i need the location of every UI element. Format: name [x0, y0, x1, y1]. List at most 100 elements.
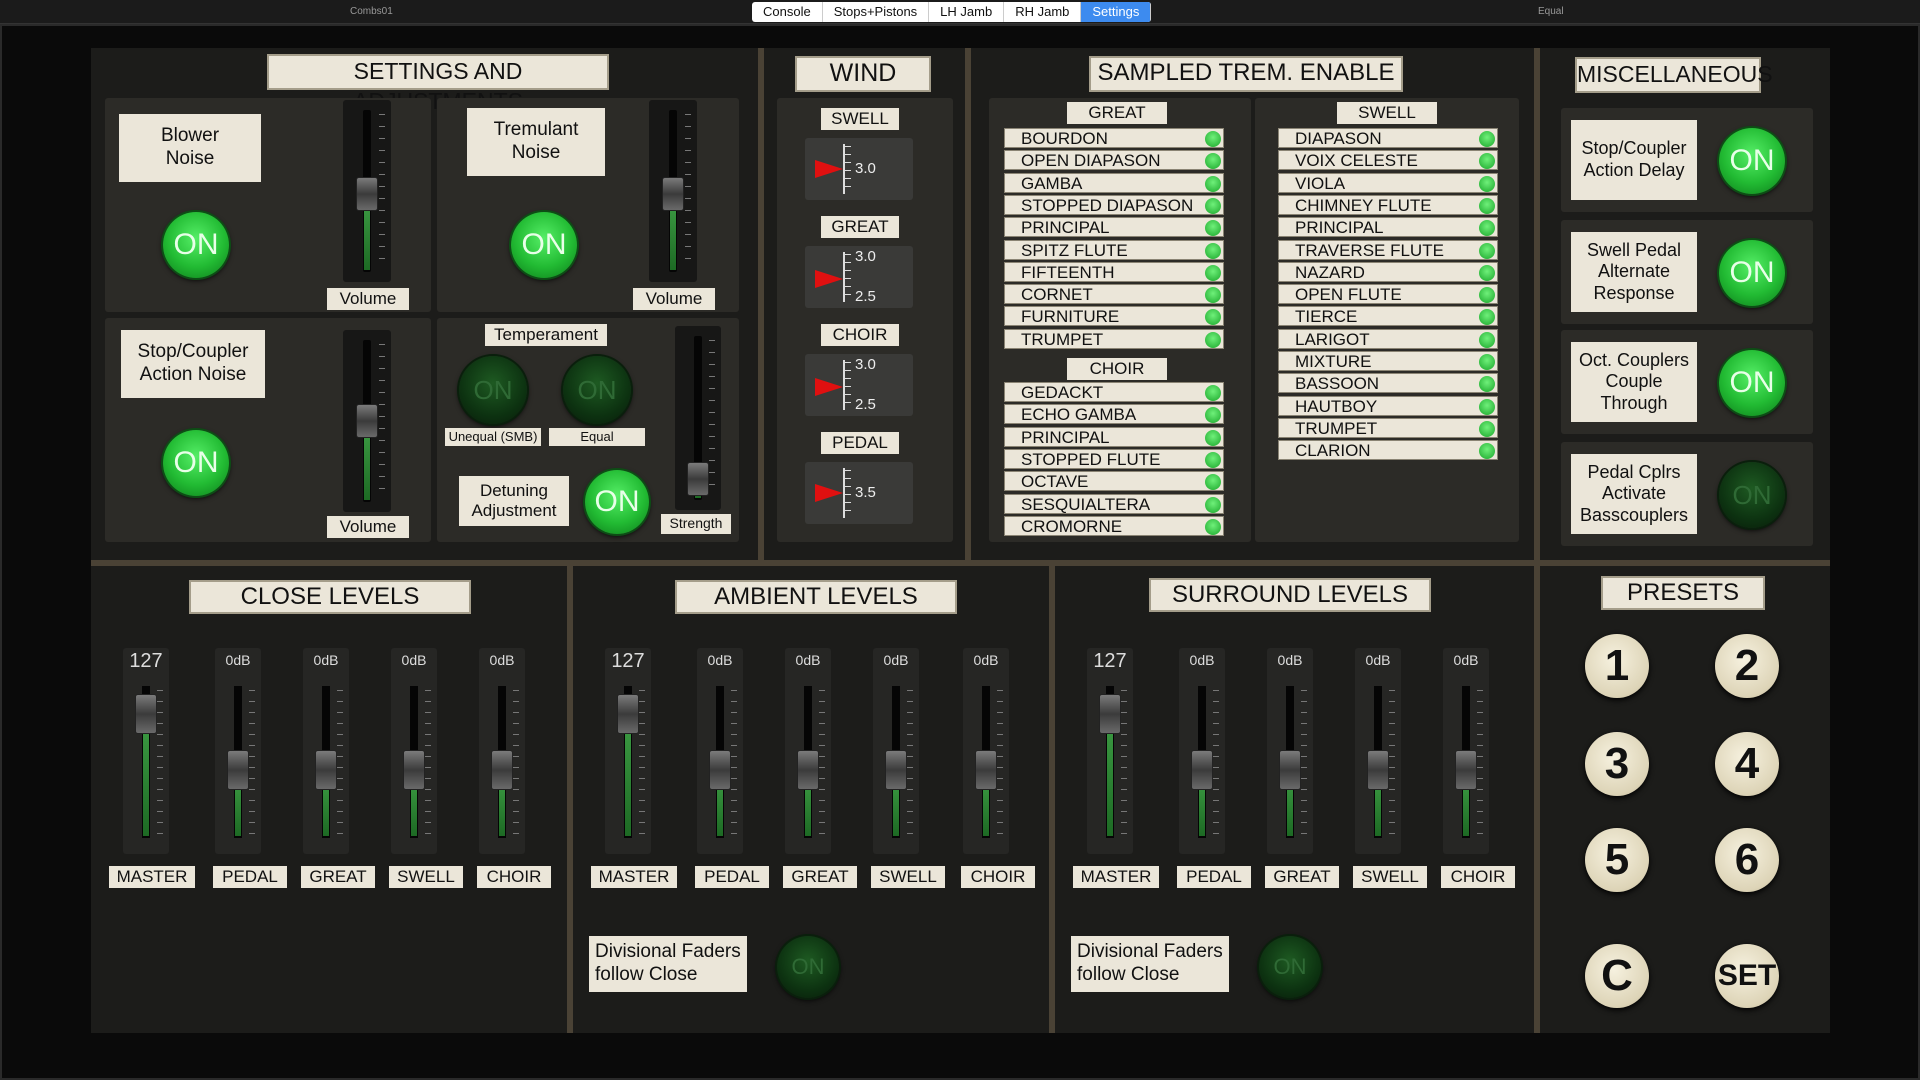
trem-stop-swell[interactable]: TRAVERSE FLUTE: [1278, 239, 1498, 260]
trem-stop-swell[interactable]: BASSOON: [1278, 373, 1498, 394]
wind-choir-meter[interactable]: 3.0 2.5: [805, 354, 913, 416]
preset-button-c[interactable]: C: [1585, 944, 1649, 1008]
fader-thumb[interactable]: [1279, 750, 1301, 790]
trem-stop-swell[interactable]: VOIX CELESTE: [1278, 150, 1498, 171]
fader-thumb[interactable]: [315, 750, 337, 790]
tab-rh-jamb[interactable]: RH Jamb: [1004, 2, 1082, 22]
fader-thumb[interactable]: [1367, 750, 1389, 790]
fader-thumb[interactable]: [1191, 750, 1213, 790]
ambient-fader-great[interactable]: 0dB: [785, 648, 831, 854]
trem-stop-swell[interactable]: DIAPASON: [1278, 128, 1498, 148]
fader-thumb[interactable]: [403, 750, 425, 790]
ambient-fader-swell[interactable]: 0dB: [873, 648, 919, 854]
ambient-fader-choir[interactable]: 0dB: [963, 648, 1009, 854]
misc-item-toggle[interactable]: ON: [1719, 128, 1785, 194]
trem-stop-choir[interactable]: SESQUIALTERA: [1004, 493, 1224, 514]
preset-button-2[interactable]: 2: [1715, 634, 1779, 698]
tab-settings[interactable]: Settings: [1081, 2, 1152, 22]
trem-stop-great[interactable]: TRUMPET: [1004, 328, 1224, 349]
ambient-follow-close-toggle[interactable]: ON: [777, 936, 839, 998]
trem-stop-swell[interactable]: TIERCE: [1278, 306, 1498, 327]
fader-thumb[interactable]: [1455, 750, 1477, 790]
trem-stop-swell[interactable]: TRUMPET: [1278, 417, 1498, 438]
unequal-temperament-toggle[interactable]: ON: [459, 356, 527, 424]
fader-thumb[interactable]: [1099, 694, 1121, 734]
equal-temperament-toggle[interactable]: ON: [563, 356, 631, 424]
misc-item-toggle[interactable]: ON: [1719, 240, 1785, 306]
preset-button-4[interactable]: 4: [1715, 732, 1779, 796]
fader-thumb[interactable]: [885, 750, 907, 790]
tremulant-volume-slider[interactable]: [649, 100, 697, 282]
surround-fader-choir[interactable]: 0dB: [1443, 648, 1489, 854]
misc-item-toggle[interactable]: ON: [1719, 350, 1785, 416]
fader-thumb[interactable]: [227, 750, 249, 790]
trem-stop-choir[interactable]: ECHO GAMBA: [1004, 404, 1224, 425]
tab-console[interactable]: Console: [752, 2, 823, 22]
trem-stop-swell[interactable]: NAZARD: [1278, 261, 1498, 282]
preset-button-6[interactable]: 6: [1715, 828, 1779, 892]
fader-thumb[interactable]: [797, 750, 819, 790]
tab-stops-pistons[interactable]: Stops+Pistons: [823, 2, 930, 22]
detuning-toggle[interactable]: ON: [585, 470, 649, 534]
preset-button-3[interactable]: 3: [1585, 732, 1649, 796]
trem-stop-great[interactable]: OPEN DIAPASON: [1004, 150, 1224, 171]
trem-stop-swell[interactable]: HAUTBOY: [1278, 395, 1498, 416]
close-fader-swell[interactable]: 0dB: [391, 648, 437, 854]
surround-fader-great[interactable]: 0dB: [1267, 648, 1313, 854]
trem-stop-swell[interactable]: MIXTURE: [1278, 351, 1498, 371]
wind-great-meter[interactable]: 3.0 2.5: [805, 246, 913, 308]
fader-thumb[interactable]: [975, 750, 997, 790]
surround-fader-master[interactable]: 127: [1087, 648, 1133, 854]
fader-thumb[interactable]: [491, 750, 513, 790]
trem-stop-great[interactable]: FURNITURE: [1004, 306, 1224, 327]
trem-stop-swell[interactable]: LARIGOT: [1278, 328, 1498, 349]
trem-stop-choir[interactable]: CROMORNE: [1004, 515, 1224, 536]
trem-stop-swell[interactable]: CLARION: [1278, 440, 1498, 461]
detune-strength-thumb[interactable]: [687, 461, 709, 496]
preset-button-set[interactable]: SET: [1715, 944, 1779, 1008]
trem-led-icon: [1479, 220, 1495, 237]
ambient-fader-pedal[interactable]: 0dB: [697, 648, 743, 854]
trem-stop-choir[interactable]: OCTAVE: [1004, 471, 1224, 492]
trem-stop-great[interactable]: GAMBA: [1004, 172, 1224, 193]
fader-thumb[interactable]: [617, 694, 639, 734]
misc-item-toggle[interactable]: ON: [1719, 462, 1785, 528]
blower-volume-thumb[interactable]: [356, 177, 378, 212]
trem-volume-thumb[interactable]: [662, 177, 684, 212]
trem-stop-swell[interactable]: PRINCIPAL: [1278, 217, 1498, 238]
wind-pedal-meter[interactable]: 3.5: [805, 462, 913, 524]
blower-volume-slider[interactable]: [343, 100, 391, 282]
fader-thumb[interactable]: [709, 750, 731, 790]
trem-stop-great[interactable]: SPITZ FLUTE: [1004, 239, 1224, 260]
wind-swell-meter[interactable]: 3.0: [805, 138, 913, 200]
surround-fader-pedal[interactable]: 0dB: [1179, 648, 1225, 854]
detuning-strength-slider[interactable]: [675, 326, 721, 510]
trem-stop-great[interactable]: FIFTEENTH: [1004, 261, 1224, 282]
trem-stop-great[interactable]: STOPPED DIAPASON: [1004, 194, 1224, 215]
action-volume-slider[interactable]: [343, 330, 391, 512]
close-fader-pedal[interactable]: 0dB: [215, 648, 261, 854]
tremulant-noise-toggle[interactable]: ON: [511, 212, 577, 278]
trem-stop-choir[interactable]: STOPPED FLUTE: [1004, 448, 1224, 469]
trem-stop-swell[interactable]: CHIMNEY FLUTE: [1278, 194, 1498, 215]
surround-fader-swell[interactable]: 0dB: [1355, 648, 1401, 854]
trem-stop-swell[interactable]: OPEN FLUTE: [1278, 284, 1498, 305]
surround-follow-close-toggle[interactable]: ON: [1259, 936, 1321, 998]
trem-stop-choir[interactable]: GEDACKT: [1004, 382, 1224, 402]
preset-button-1[interactable]: 1: [1585, 634, 1649, 698]
trem-stop-great[interactable]: BOURDON: [1004, 128, 1224, 148]
close-fader-great[interactable]: 0dB: [303, 648, 349, 854]
trem-stop-choir[interactable]: PRINCIPAL: [1004, 426, 1224, 447]
action-volume-thumb[interactable]: [356, 404, 378, 438]
trem-stop-swell[interactable]: VIOLA: [1278, 172, 1498, 193]
close-fader-master[interactable]: 127: [123, 648, 169, 854]
trem-stop-great[interactable]: PRINCIPAL: [1004, 217, 1224, 238]
fader-thumb[interactable]: [135, 694, 157, 734]
blower-noise-toggle[interactable]: ON: [163, 212, 229, 278]
ambient-fader-master[interactable]: 127: [605, 648, 651, 854]
close-fader-choir[interactable]: 0dB: [479, 648, 525, 854]
preset-button-5[interactable]: 5: [1585, 828, 1649, 892]
trem-stop-great[interactable]: CORNET: [1004, 284, 1224, 305]
tab-lh-jamb[interactable]: LH Jamb: [929, 2, 1005, 22]
action-noise-toggle[interactable]: ON: [163, 430, 229, 496]
